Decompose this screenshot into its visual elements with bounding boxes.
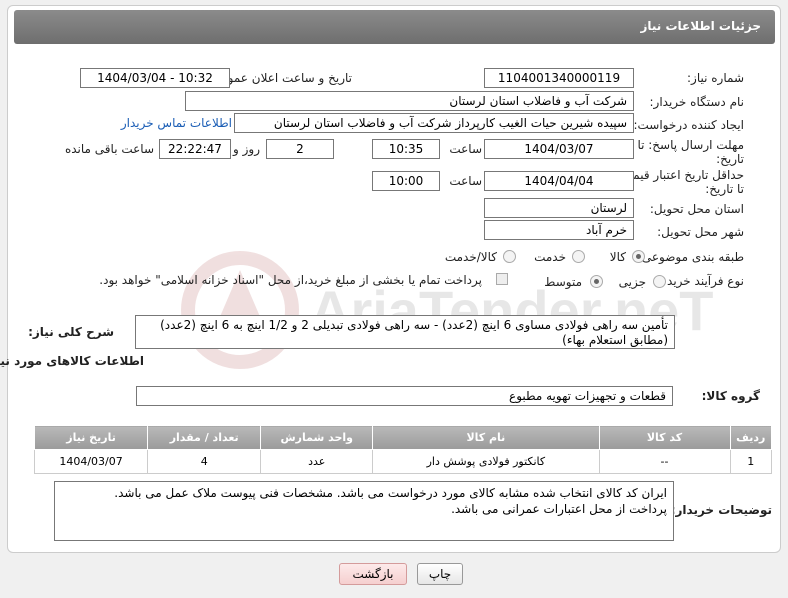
category-option-service: خدمت (534, 250, 566, 264)
category-radio-both[interactable] (503, 250, 516, 263)
page-header: جزئیات اطلاعات نیاز (14, 10, 775, 44)
back-button[interactable]: بازگشت (339, 563, 407, 585)
category-label: طبقه بندی موضوعی: (637, 250, 744, 264)
validity-time-field: 10:00 (372, 171, 440, 191)
process-option-minor: جزیی (618, 275, 646, 289)
process-radio-medium[interactable] (590, 275, 603, 288)
payment-note: پرداخت تمام یا بخشی از مبلغ خرید،از محل … (99, 273, 482, 287)
buyer-contact-link[interactable]: اطلاعات تماس خریدار (121, 116, 232, 130)
col-quantity: تعداد / مقدار (147, 425, 262, 450)
col-unit: واحد شمارش (260, 425, 374, 450)
deadline-label-2: تاریخ: (716, 152, 744, 166)
goods-group-label: گروه کالا: (701, 389, 760, 403)
cell-quantity: 4 (147, 449, 262, 474)
col-need-date: تاریخ نیاز (33, 425, 149, 450)
buyer-notes-field: ایران کد کالای انتخاب شده مشابه کالای مو… (54, 481, 674, 541)
days-label: روز و (233, 142, 260, 156)
buyer-notes-label: توضیحات خریدار: (670, 503, 772, 517)
deadline-date-field: 1404/03/07 (484, 139, 634, 159)
category-radio-service[interactable] (572, 250, 585, 263)
city-label: شهر محل تحویل: (657, 225, 744, 239)
province-label: استان محل تحویل: (649, 202, 744, 216)
validity-label-2: تا تاریخ: (705, 182, 744, 196)
deadline-time-label: ساعت (449, 142, 482, 156)
validity-time-label: ساعت (449, 174, 482, 188)
days-field: 2 (266, 139, 334, 159)
need-number-label: شماره نیاز: (687, 71, 744, 85)
buyer-notes-line-1: ایران کد کالای انتخاب شده مشابه کالای مو… (114, 486, 667, 500)
category-radio-goods[interactable] (632, 250, 645, 263)
cell-item-code: -- (598, 449, 731, 474)
cell-unit: عدد (260, 449, 374, 474)
goods-group-field: قطعات و تجهیزات تهویه مطبوع (136, 386, 673, 406)
page-title: جزئیات اطلاعات نیاز (640, 19, 761, 33)
table-header-row: تاریخ نیاز تعداد / مقدار واحد شمارش نام … (33, 425, 773, 450)
summary-field: تأمین سه راهی فولادی مساوی 6 اینچ (2عدد)… (135, 315, 675, 349)
summary-line-1: تأمین سه راهی فولادی مساوی 6 اینچ (2عدد)… (160, 318, 668, 332)
need-number-field: 1104001340000119 (484, 68, 634, 88)
remaining-label: ساعت باقی مانده (64, 142, 154, 156)
announce-field: 1404/03/04 - 10:32 (80, 68, 230, 88)
cell-need-date: 1404/03/07 (33, 449, 149, 474)
treasury-checkbox[interactable] (496, 273, 508, 285)
summary-line-2: (مطابق استعلام بهاء) (562, 333, 668, 347)
creator-label: ایجاد کننده درخواست: (633, 118, 744, 132)
validity-label-1: حداقل تاریخ اعتبار قیمت: (617, 168, 744, 182)
cell-item-name: کانکتور فولادی پوشش دار (372, 449, 600, 474)
buyer-org-label: نام دستگاه خریدار: (649, 95, 745, 109)
goods-info-title: اطلاعات کالاهای مورد نیاز (0, 354, 144, 368)
items-table: تاریخ نیاز تعداد / مقدار واحد شمارش نام … (33, 425, 773, 474)
print-button[interactable]: چاپ (417, 563, 463, 585)
table-row[interactable]: 1404/03/07 4 عدد کانکتور فولادی پوشش دار… (33, 449, 773, 474)
process-option-medium: متوسط (544, 275, 582, 289)
validity-date-field: 1404/04/04 (484, 171, 634, 191)
province-field: لرستان (484, 198, 634, 218)
col-row-number: ردیف (729, 425, 773, 450)
creator-field: سپیده شیرین حیات الغیب کارپرداز شرکت آب … (234, 113, 634, 133)
process-label: نوع فرآیند خرید : (659, 274, 744, 288)
deadline-label-1: مهلت ارسال پاسخ: تا (637, 138, 744, 152)
process-radio-minor[interactable] (653, 275, 666, 288)
col-item-code: کد کالا (598, 425, 731, 450)
col-item-name: نام کالا (372, 425, 600, 450)
category-option-goods: کالا (609, 250, 626, 264)
cell-row-number: 1 (729, 449, 773, 474)
summary-label: شرح کلی نیاز: (28, 325, 114, 339)
buyer-org-field: شرکت آب و فاضلاب استان لرستان (185, 91, 634, 111)
city-field: خرم آباد (484, 220, 634, 240)
deadline-time-field: 10:35 (372, 139, 440, 159)
buyer-notes-line-2: پرداخت از محل اعتبارات عمرانی می باشد. (451, 502, 667, 516)
category-option-both: کالا/خدمت (444, 250, 497, 264)
remaining-time-field: 22:22:47 (159, 139, 231, 159)
